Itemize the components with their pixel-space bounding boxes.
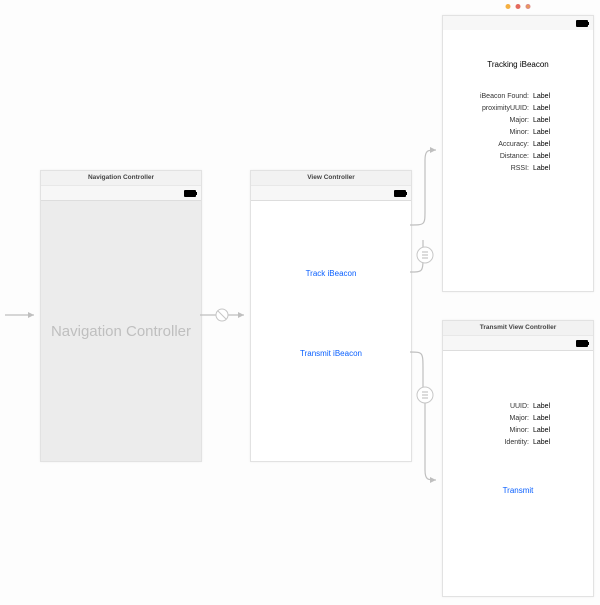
kv-row: proximityUUID: Label [443,103,593,115]
status-bar [443,16,593,30]
tracking-kv-list: iBeacon Found: Label proximityUUID: Labe… [443,91,593,175]
kv-key: Distance: [471,151,529,163]
scene-view-controller[interactable]: View Controller Track iBeacon Transmit i… [250,170,412,462]
track-ibeacon-button[interactable]: Track iBeacon [251,269,411,278]
tracking-title: Tracking iBeacon [443,60,593,69]
kv-row: RSSI: Label [443,163,593,175]
kv-row: Distance: Label [443,151,593,163]
transmit-button[interactable]: Transmit [443,486,593,495]
kv-row: Major: Label [443,413,593,425]
kv-value: Label [533,103,565,115]
kv-key: Major: [471,115,529,127]
kv-value: Label [533,91,565,103]
dot-orange-icon [526,4,531,9]
status-bar [41,186,201,201]
kv-value: Label [533,163,565,175]
kv-value: Label [533,115,565,127]
status-bar [251,186,411,201]
kv-row: Identity: Label [443,437,593,449]
scene-body: Track iBeacon Transmit iBeacon [251,201,411,461]
transmit-kv-list: UUID: Label Major: Label Minor: Label Id… [443,401,593,449]
kv-row: Minor: Label [443,127,593,139]
battery-icon [394,190,406,197]
kv-key: iBeacon Found: [471,91,529,103]
battery-icon [184,190,196,197]
kv-row: Accuracy: Label [443,139,593,151]
scene-navigation-controller[interactable]: Navigation Controller Navigation Control… [40,170,202,462]
kv-key: Minor: [471,425,529,437]
kv-row: Major: Label [443,115,593,127]
battery-icon [576,340,588,347]
kv-row: Minor: Label [443,425,593,437]
kv-key: UUID: [471,401,529,413]
kv-key: RSSI: [471,163,529,175]
status-bar [443,336,593,351]
kv-value: Label [533,413,565,425]
kv-value: Label [533,127,565,139]
navigation-controller-placeholder: Navigation Controller [41,201,201,461]
scene-header: Transmit View Controller [443,321,593,336]
kv-key: proximityUUID: [471,103,529,115]
transmit-ibeacon-button[interactable]: Transmit iBeacon [251,349,411,358]
window-control-dots [506,4,531,9]
dot-yellow-icon [506,4,511,9]
kv-key: Minor: [471,127,529,139]
battery-icon [576,20,588,27]
kv-value: Label [533,139,565,151]
scene-transmit-view-controller[interactable]: Transmit View Controller UUID: Label Maj… [442,320,594,597]
scene-header: View Controller [251,171,411,186]
dot-red-icon [516,4,521,9]
scene-header: Navigation Controller [41,171,201,186]
scene-body: Tracking iBeacon iBeacon Found: Label pr… [443,30,593,291]
kv-row: UUID: Label [443,401,593,413]
kv-value: Label [533,437,565,449]
kv-value: Label [533,425,565,437]
kv-row: iBeacon Found: Label [443,91,593,103]
kv-key: Accuracy: [471,139,529,151]
scene-body: UUID: Label Major: Label Minor: Label Id… [443,351,593,596]
kv-value: Label [533,151,565,163]
kv-value: Label [533,401,565,413]
scene-tracking-ibeacon[interactable]: Tracking iBeacon iBeacon Found: Label pr… [442,15,594,292]
kv-key: Major: [471,413,529,425]
kv-key: Identity: [471,437,529,449]
